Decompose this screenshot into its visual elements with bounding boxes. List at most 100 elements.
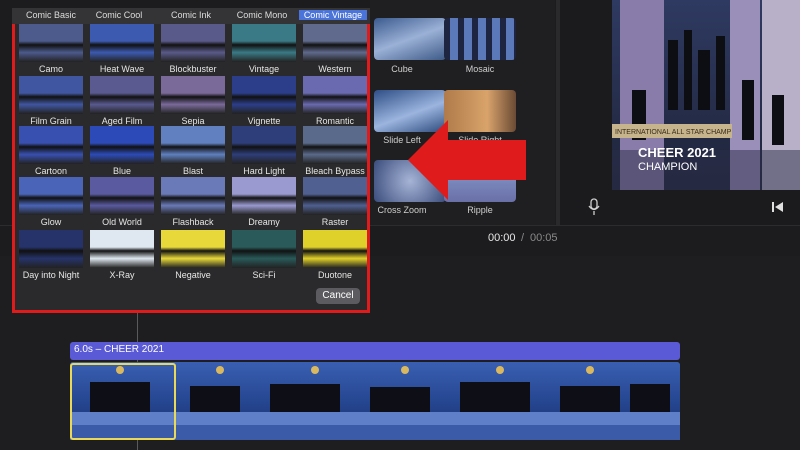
filter-thumbnail: [303, 126, 367, 164]
viewer-controls: [560, 190, 800, 225]
filter-comic-mono[interactable]: Comic Mono: [228, 10, 296, 20]
filter-blockbuster[interactable]: Blockbuster: [159, 24, 227, 76]
filter-label: Negative: [175, 270, 211, 280]
transition-label-cross-zoom: Cross Zoom: [377, 205, 427, 215]
filter-label: Day into Night: [22, 270, 80, 280]
transition-label-ripple: Ripple: [467, 205, 493, 215]
filter-label: Cartoon: [34, 166, 68, 176]
filter-thumbnail: [303, 76, 367, 114]
filter-label: Sepia: [181, 116, 205, 126]
filter-raster[interactable]: Raster: [301, 177, 369, 229]
filter-old-world[interactable]: Old World: [88, 177, 156, 229]
filter-label: Blast: [182, 166, 203, 176]
selected-clip-outline[interactable]: [70, 363, 176, 440]
filter-label: Aged Film: [101, 116, 143, 126]
filter-x-ray[interactable]: X-Ray: [88, 230, 156, 282]
filter-thumbnail: [161, 76, 225, 114]
filter-thumbnail: [232, 24, 296, 62]
filter-blue[interactable]: Blue: [88, 126, 156, 178]
filter-romantic[interactable]: Romantic: [301, 76, 369, 128]
filter-thumbnail: [19, 230, 83, 268]
filter-thumbnail: [90, 230, 154, 268]
filter-vintage[interactable]: Vintage: [230, 24, 298, 76]
filter-label: Sci-Fi: [252, 270, 276, 280]
filter-thumbnail: [303, 230, 367, 268]
filter-cartoon[interactable]: Cartoon: [17, 126, 85, 178]
filter-comic-basic[interactable]: Comic Basic: [17, 10, 85, 20]
viewer-overlay-line2: CHAMPION: [638, 161, 697, 173]
filter-western[interactable]: Western: [301, 24, 369, 76]
filter-label: Bleach Bypass: [305, 166, 365, 176]
viewer-overlay-line1: CHEER 2021: [638, 145, 716, 160]
filter-thumbnail: [161, 177, 225, 215]
filter-label: Blue: [112, 166, 131, 176]
filter-thumbnail: [232, 76, 296, 114]
filter-label: Film Grain: [30, 116, 72, 126]
filter-comic-cool[interactable]: Comic Cool: [85, 10, 153, 20]
filter-comic-ink[interactable]: Comic Ink: [157, 10, 225, 20]
filter-blast[interactable]: Blast: [159, 126, 227, 178]
filter-thumbnail: [19, 76, 83, 114]
viewer-frame-image: INTERNATIONAL ALL STAR CHAMP CHEER 2021 …: [612, 0, 800, 190]
filter-label: Glow: [40, 217, 62, 227]
filter-thumbnail: [90, 24, 154, 62]
transition-label-cube: Cube: [391, 64, 413, 74]
filter-label: Raster: [321, 217, 349, 227]
viewer-preview: INTERNATIONAL ALL STAR CHAMP CHEER 2021 …: [612, 0, 800, 190]
filter-thumbnail: [232, 177, 296, 215]
filter-label: Western: [318, 64, 352, 74]
skip-back-icon[interactable]: [772, 202, 784, 212]
filter-label: Vignette: [247, 116, 281, 126]
filter-label: Heat Wave: [99, 64, 145, 74]
filter-thumbnail: [303, 24, 367, 62]
filter-thumbnail: [90, 177, 154, 215]
filter-sepia[interactable]: Sepia: [159, 76, 227, 128]
filter-thumbnail: [161, 230, 225, 268]
title-clip-label: 6.0s – CHEER 2021: [74, 344, 165, 355]
filter-vignette[interactable]: Vignette: [230, 76, 298, 128]
filter-thumbnail: [232, 126, 296, 164]
filter-label: Camo: [38, 64, 63, 74]
filter-thumbnail: [232, 230, 296, 268]
filter-thumbnail: [90, 76, 154, 114]
filter-thumbnail: [90, 126, 154, 164]
filter-heat-wave[interactable]: Heat Wave: [88, 24, 156, 76]
filter-comic-vintage[interactable]: Comic Vintage: [299, 10, 367, 20]
filter-camo[interactable]: Camo: [17, 24, 85, 76]
filter-thumbnail: [161, 24, 225, 62]
filter-film-grain[interactable]: Film Grain: [17, 76, 85, 128]
filter-day-into-night[interactable]: Day into Night: [17, 230, 85, 282]
transition-thumb-mosaic[interactable]: [444, 18, 516, 60]
transition-thumb-cube[interactable]: [374, 18, 446, 60]
filter-duotone[interactable]: Duotone: [301, 230, 369, 282]
filter-bleach-bypass[interactable]: Bleach Bypass: [301, 126, 369, 178]
transition-label-mosaic: Mosaic: [465, 64, 495, 74]
time-separator: /: [521, 232, 525, 244]
filter-thumbnail: [303, 177, 367, 215]
filter-dreamy[interactable]: Dreamy: [230, 177, 298, 229]
filter-negative[interactable]: Negative: [159, 230, 227, 282]
filter-label: Flashback: [172, 217, 214, 227]
filter-sci-fi[interactable]: Sci-Fi: [230, 230, 298, 282]
current-time: 00:00: [488, 232, 516, 244]
filter-thumbnail: [161, 126, 225, 164]
filter-aged-film[interactable]: Aged Film: [88, 76, 156, 128]
filter-label: Dreamy: [248, 217, 280, 227]
filter-label: Hard Light: [243, 166, 285, 176]
filter-thumbnail: [19, 177, 83, 215]
viewer-banner: INTERNATIONAL ALL STAR CHAMP: [615, 129, 732, 136]
filter-thumbnail: [19, 24, 83, 62]
filter-label: Vintage: [248, 64, 280, 74]
filter-label: Old World: [102, 217, 142, 227]
filter-hard-light[interactable]: Hard Light: [230, 126, 298, 178]
filter-label: Blockbuster: [169, 64, 217, 74]
filter-label: X-Ray: [109, 270, 135, 280]
red-arrow-annotation: [408, 120, 526, 200]
microphone-icon[interactable]: [588, 198, 600, 216]
cancel-button[interactable]: Cancel: [316, 288, 360, 304]
filter-label: Romantic: [315, 116, 354, 126]
filter-thumbnail: [19, 126, 83, 164]
filter-glow[interactable]: Glow: [17, 177, 85, 229]
total-time: 00:05: [530, 232, 558, 244]
filter-flashback[interactable]: Flashback: [159, 177, 227, 229]
